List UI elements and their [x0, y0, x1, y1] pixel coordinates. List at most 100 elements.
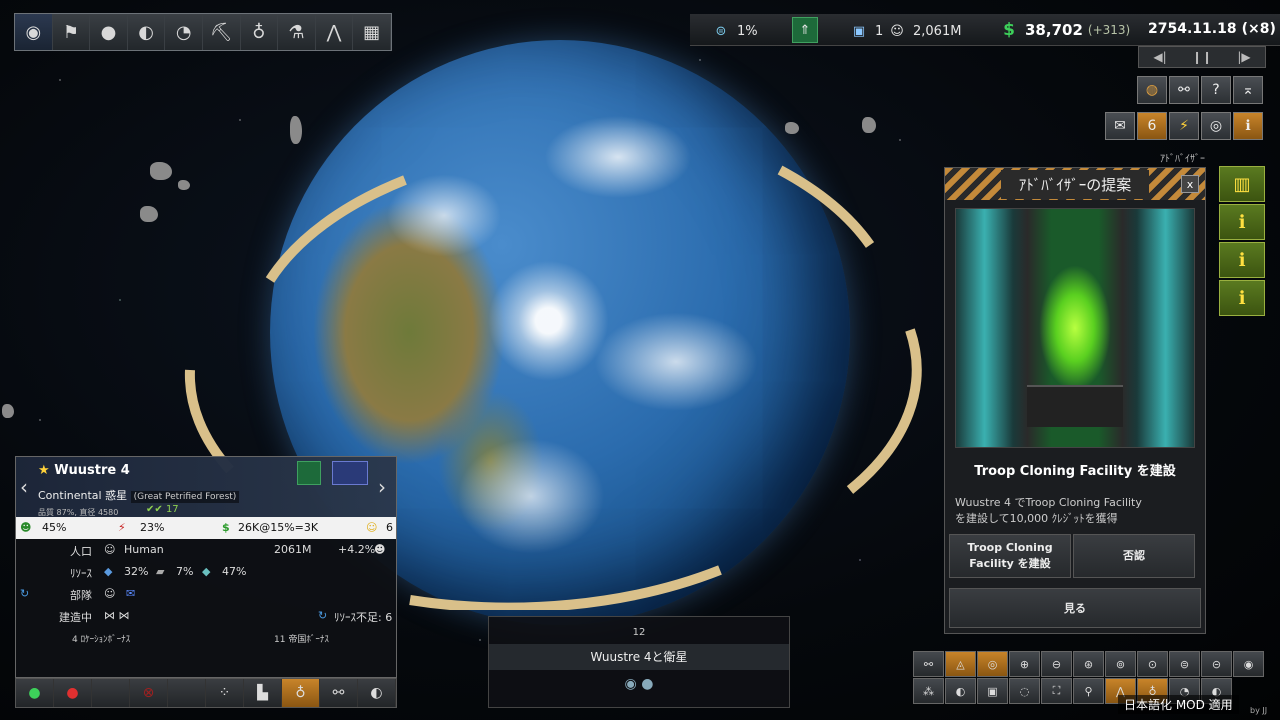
advisor-panel: ｱﾄﾞﾊﾞｲｻﾞｰの提案 x Troop Cloning Facility を建… [944, 167, 1206, 634]
happy-face-icon: ☺ [366, 521, 378, 534]
dots-icon[interactable]: ⁘ [206, 679, 244, 707]
next-planet-icon[interactable]: › [378, 475, 386, 499]
zoom-in-icon[interactable]: ⊕ [1009, 651, 1040, 677]
relations-icon[interactable]: ⚯ [320, 679, 358, 707]
person-icon[interactable]: ⚲ [1073, 678, 1104, 704]
pickaxe-icon[interactable]: ⛏ [202, 14, 241, 50]
accept-button[interactable]: Troop Cloning Facility を建設 [949, 534, 1071, 578]
build-icon[interactable]: ▙ [244, 679, 282, 707]
swirl-icon[interactable]: ◎ [1201, 112, 1231, 140]
advisor-item-ship-icon[interactable]: ℹ [1219, 280, 1265, 316]
eye-icon[interactable]: ◉ [1233, 651, 1264, 677]
planet-filter-icon[interactable]: ⊛ [1073, 651, 1104, 677]
location-bonus[interactable]: 4 ﾛｹｰｼｮﾝﾎﾞｰﾅｽ [72, 632, 130, 645]
speed-value: (×8) [1241, 21, 1276, 37]
troops-row[interactable]: ↻ 部隊 ☺ ✉ [16, 583, 396, 605]
flask-icon[interactable]: ⚗ [278, 14, 316, 50]
moon-icons[interactable]: ◉ ● [489, 676, 789, 692]
resource3-value: 47% [222, 565, 247, 578]
flags-icon[interactable]: ⚑ [52, 14, 91, 50]
planet-count[interactable]: ▣ 1 [848, 20, 883, 42]
camera-icon[interactable]: ▣ [977, 678, 1008, 704]
game-date: 2754.11.18 (×8) [1148, 21, 1276, 37]
population-status[interactable]: ☺ 2,061M [886, 20, 961, 42]
prev-planet-icon[interactable]: ‹ [20, 475, 28, 499]
happiness-count: ✔✔ 17 [146, 504, 179, 515]
fleet-filter-icon[interactable]: ⊚ [1105, 651, 1136, 677]
money-value: 38,702 [1025, 21, 1083, 39]
planet-icon[interactable]: ◐ [127, 14, 166, 50]
advisor-description-line: を建設して10,000 ｸﾚｼﾞｯﾄを獲得 [955, 512, 1118, 525]
help-icon[interactable]: ? [1201, 76, 1231, 104]
speed-up-icon[interactable]: |▶ [1223, 47, 1265, 67]
population-row[interactable]: 人口 ☺ Human 2061M +4.2% ☻ [16, 539, 396, 561]
empire-bonus[interactable]: 11 帝国ﾎﾞｰﾅｽ [274, 632, 329, 645]
money-bag-icon[interactable]: ● [16, 679, 54, 707]
system-panel: 12 Wuustre 4と衛星 ◉ ● [488, 616, 790, 708]
star-filter-icon[interactable]: ⊜ [1169, 651, 1200, 677]
cancel-icon[interactable]: ⊗ [130, 679, 168, 707]
gauge-icon[interactable]: ◔ [165, 14, 203, 50]
bulb-icon[interactable]: ♁ [282, 679, 320, 707]
asteroid [2, 404, 14, 418]
person-icon[interactable]: ● [90, 14, 128, 50]
system-count: 12 [632, 627, 646, 638]
planet-name: ★ Wuustre 4 [38, 463, 130, 478]
asteroid [862, 117, 876, 133]
shortage-icon: ↻ [318, 609, 328, 622]
tax-bag-icon[interactable]: ● [54, 679, 92, 707]
alert-bar: ✉ 6 ⚡ ◎ ℹ [1105, 112, 1263, 140]
relations-icon[interactable]: ⚯ [1169, 76, 1199, 104]
ship-filter-icon[interactable]: ⊙ [1137, 651, 1168, 677]
circle-filter-icon[interactable]: ◎ [977, 651, 1008, 677]
reject-button[interactable]: 否認 [1073, 534, 1195, 578]
diplomacy-icon[interactable]: ◍ [1137, 76, 1167, 104]
alert-count[interactable]: 6 [1137, 112, 1167, 140]
message-icon[interactable]: ✉ [1105, 112, 1135, 140]
advisor-description: Wuustre 4 でTroop Cloning Facility を建設して1… [945, 479, 1205, 527]
formation-icon[interactable]: ⁂ [913, 678, 944, 704]
resource-filter-icon[interactable]: ⊝ [1201, 651, 1232, 677]
construction-row[interactable]: 建造中 ⋈ ⋈ ↻ ﾘｿｰｽ不足: 6 [16, 605, 396, 627]
lightning-icon[interactable]: ⚡ [1169, 112, 1199, 140]
planet-view-icon[interactable]: ◐ [358, 679, 396, 707]
bonus-row: 4 ﾛｹｰｼｮﾝﾎﾞｰﾅｽ 11 帝国ﾎﾞｰﾅｽ [16, 627, 396, 649]
troops-label: 部隊 [70, 589, 92, 602]
race-icon: ☺ [104, 543, 116, 556]
top-right-menu: ◍ ⚯ ? ⌅ [1137, 76, 1263, 104]
faction-badge[interactable] [332, 461, 368, 485]
empire-icon[interactable]: ◉ [15, 14, 53, 50]
empty-slot [92, 679, 130, 707]
settings-icon[interactable]: ▦ [353, 14, 391, 50]
planet-class: Continental 惑星 (Great Petrified Forest) [38, 487, 240, 503]
money-status[interactable]: $ 38,702 (+313) [998, 19, 1130, 41]
top-status-bar: ⊜ 1% ⇑ ▣ 1 ☺ 2,061M $ 38,702 (+313) 2754… [690, 14, 1280, 46]
info-icon[interactable]: ℹ [1233, 112, 1263, 140]
advisor-item-research-icon[interactable]: ℹ [1219, 242, 1265, 278]
resources-row[interactable]: ﾘｿｰｽ ◆ 32% ▰ 7% ◆ 47% [16, 561, 396, 583]
empire-badge[interactable] [297, 461, 321, 485]
galaxy-icon[interactable]: ◌ [1009, 678, 1040, 704]
empire-emblem[interactable]: ⇑ [792, 17, 818, 43]
planet-view-icon[interactable]: ◐ [945, 678, 976, 704]
relations-filter-icon[interactable]: ⚯ [913, 651, 944, 677]
ships-icon[interactable]: ⋀ [315, 14, 354, 50]
zoom-out-icon[interactable]: ⊖ [1041, 651, 1072, 677]
research-status[interactable]: ⊜ 1% [710, 20, 758, 42]
pause-icon[interactable]: ❙❙ [1181, 47, 1223, 67]
fullscreen-icon[interactable]: ⛶ [1041, 678, 1072, 704]
bulb-icon[interactable]: ♁ [240, 14, 279, 50]
slow-down-icon[interactable]: ◀| [1139, 47, 1181, 67]
view-button[interactable]: 見る [949, 588, 1201, 628]
close-icon[interactable]: x [1181, 175, 1199, 193]
triangle-filter-icon[interactable]: ◬ [945, 651, 976, 677]
advisor-item-info-icon[interactable]: ℹ [1219, 204, 1265, 240]
emblem-icon: ⇑ [792, 17, 818, 43]
planet-action-bar: ● ● ⊗ ⁘ ▙ ♁ ⚯ ◐ [15, 678, 397, 708]
collapse-icon[interactable]: ⌅ [1233, 76, 1263, 104]
mail-icon: ✉ [126, 587, 136, 600]
advisor-item-facility-icon[interactable]: ▥ [1219, 166, 1265, 202]
resource2-icon: ▰ [156, 565, 165, 578]
advisor-actions: Troop Cloning Facility を建設 否認 [949, 534, 1195, 578]
advisor-header: ｱﾄﾞﾊﾞｲｻﾞｰの提案 x [945, 168, 1205, 200]
